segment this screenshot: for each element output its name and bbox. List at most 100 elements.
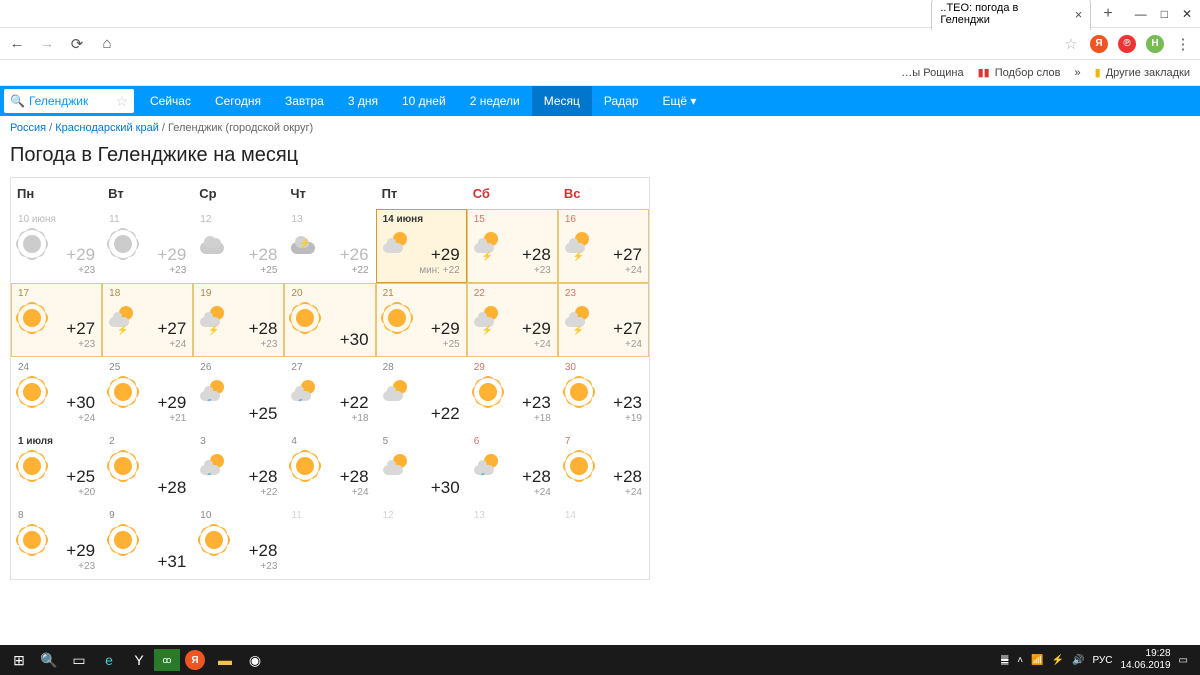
calendar-day[interactable]: 13+26+22 <box>284 209 375 283</box>
calendar-day[interactable]: 30+23+19 <box>558 357 649 431</box>
calendar-day[interactable]: 14 <box>558 505 649 579</box>
calendar-day[interactable]: 15+28+23 <box>467 209 558 283</box>
nav-tomorrow[interactable]: Завтра <box>273 86 336 116</box>
window-close-button[interactable]: ✕ <box>1182 7 1192 21</box>
pinterest-icon[interactable]: ℗ <box>1118 35 1136 53</box>
nav-today[interactable]: Сегодня <box>203 86 273 116</box>
profile-icon[interactable]: Н <box>1146 35 1164 53</box>
calendar-day[interactable]: 12+28+25 <box>193 209 284 283</box>
calendar-day[interactable]: 3+28+22 <box>193 431 284 505</box>
home-button[interactable]: ⌂ <box>98 35 116 52</box>
day-date: 4 <box>291 436 368 447</box>
day-date: 19 <box>200 288 277 299</box>
browser-tab[interactable]: ..TEO: погода в Геленджи × <box>931 0 1091 30</box>
language-indicator[interactable]: РУС <box>1092 655 1112 666</box>
calendar-day[interactable]: 2+28 <box>102 431 193 505</box>
temp-high: +23 <box>522 393 551 413</box>
calendar-day[interactable]: 21+29+25 <box>376 283 467 357</box>
chrome-icon[interactable]: ◉ <box>240 645 270 675</box>
browser-titlebar: ..TEO: погода в Геленджи × + — □ ✕ <box>0 0 1200 28</box>
calendar-day[interactable]: 14 июня+29мин: +22 <box>376 209 467 283</box>
close-icon[interactable]: × <box>1075 7 1083 22</box>
crumb-link[interactable]: Краснодарский край <box>55 122 159 134</box>
star-icon[interactable]: ☆ <box>1062 35 1080 53</box>
network-icon[interactable]: 📶 <box>1031 655 1043 666</box>
reload-button[interactable]: ⟳ <box>68 35 86 53</box>
calendar-day[interactable]: 12 <box>376 505 467 579</box>
bookmark-item[interactable]: …ы Рощина <box>901 67 963 79</box>
calendar-day[interactable]: 28+22 <box>376 357 467 431</box>
calendar-day[interactable]: 23+27+24 <box>558 283 649 357</box>
nav-more[interactable]: Ещё ▾ <box>651 86 709 116</box>
temp-high: +29 <box>157 245 186 265</box>
calendar-day[interactable]: 10+28+23 <box>193 505 284 579</box>
calendar-day[interactable]: 22+29+24 <box>467 283 558 357</box>
yandex-app-icon[interactable]: Я <box>180 645 210 675</box>
new-tab-button[interactable]: + <box>1097 5 1118 23</box>
menu-icon[interactable]: ⋮ <box>1174 35 1192 53</box>
yandex-browser-icon[interactable]: Y <box>124 645 154 675</box>
calendar-day[interactable]: 8+29+23 <box>11 505 102 579</box>
calendar-day[interactable]: 18+27+24 <box>102 283 193 357</box>
calendar-day[interactable]: 10 июня+29+23 <box>11 209 102 283</box>
tray-icon[interactable]: ䷀ <box>1000 655 1009 666</box>
search-input[interactable] <box>29 94 109 108</box>
calendar-day[interactable]: 27+22+18 <box>284 357 375 431</box>
clock[interactable]: 19:2814.06.2019 <box>1120 648 1170 672</box>
maximize-button[interactable]: □ <box>1161 7 1168 21</box>
calendar-day[interactable]: 17+27+23 <box>11 283 102 357</box>
day-date: 11 <box>291 510 368 521</box>
weather-icon <box>18 452 46 480</box>
calendar-day[interactable]: 4+28+24 <box>284 431 375 505</box>
nav-now[interactable]: Сейчас <box>138 86 203 116</box>
nav-2weeks[interactable]: 2 недели <box>458 86 532 116</box>
explorer-icon[interactable]: ▬ <box>210 645 240 675</box>
minimize-button[interactable]: — <box>1135 7 1147 21</box>
calendar-day[interactable]: 11+29+23 <box>102 209 193 283</box>
nav-10days[interactable]: 10 дней <box>390 86 458 116</box>
favorite-icon[interactable]: ☆ <box>115 93 128 110</box>
dayname: Чт <box>284 178 375 209</box>
calendar-day[interactable]: 29+23+18 <box>467 357 558 431</box>
task-view-icon[interactable]: ▭ <box>64 645 94 675</box>
calendar-day[interactable]: 16+27+24 <box>558 209 649 283</box>
calendar-day[interactable]: 6+28+24 <box>467 431 558 505</box>
weather-icon <box>291 452 319 480</box>
calendar-day[interactable]: 20+30 <box>284 283 375 357</box>
weather-icon <box>18 230 46 258</box>
taskbar: ⊞ 🔍 ▭ e Y ꝏ Я ▬ ◉ ䷀ ˄ 📶 ⚡ 🔊 РУС 19:2814.… <box>0 645 1200 675</box>
page-title: Погода в Геленджике на месяц <box>0 140 1200 177</box>
calendar-day[interactable]: 24+30+24 <box>11 357 102 431</box>
app-icon[interactable]: ꝏ <box>154 649 180 671</box>
city-search[interactable]: 🔍 ☆ <box>4 89 134 113</box>
forward-button[interactable]: → <box>38 35 56 52</box>
calendar-day[interactable]: 19+28+23 <box>193 283 284 357</box>
wifi-icon[interactable]: ⚡ <box>1052 655 1064 666</box>
calendar-day[interactable]: 11 <box>284 505 375 579</box>
nav-radar[interactable]: Радар <box>592 86 651 116</box>
day-date: 10 июня <box>18 214 95 225</box>
temp-low: +22 <box>340 265 369 276</box>
calendar-day[interactable]: 7+28+24 <box>558 431 649 505</box>
crumb-link[interactable]: Россия <box>10 122 46 134</box>
bookmark-item[interactable]: ▮▮Подбор слов <box>978 66 1061 79</box>
back-button[interactable]: ← <box>8 35 26 52</box>
nav-3days[interactable]: 3 дня <box>336 86 390 116</box>
tray-up-icon[interactable]: ˄ <box>1017 655 1023 666</box>
calendar-day[interactable]: 26+25 <box>193 357 284 431</box>
calendar-day[interactable]: 25+29+21 <box>102 357 193 431</box>
calendar-day[interactable]: 1 июля+25+20 <box>11 431 102 505</box>
search-icon[interactable]: 🔍 <box>34 645 64 675</box>
calendar-day[interactable]: 13 <box>467 505 558 579</box>
other-bookmarks[interactable]: ▮Другие закладки <box>1095 66 1190 79</box>
edge-icon[interactable]: e <box>94 645 124 675</box>
nav-month[interactable]: Месяц <box>532 86 592 116</box>
notifications-icon[interactable]: ▭ <box>1179 655 1188 666</box>
calendar-day[interactable]: 9+31 <box>102 505 193 579</box>
temp-low: +18 <box>340 413 369 424</box>
bookmarks-overflow[interactable]: » <box>1075 67 1081 79</box>
start-button[interactable]: ⊞ <box>4 645 34 675</box>
volume-icon[interactable]: 🔊 <box>1072 655 1084 666</box>
calendar-day[interactable]: 5+30 <box>376 431 467 505</box>
yandex-icon[interactable]: Я <box>1090 35 1108 53</box>
